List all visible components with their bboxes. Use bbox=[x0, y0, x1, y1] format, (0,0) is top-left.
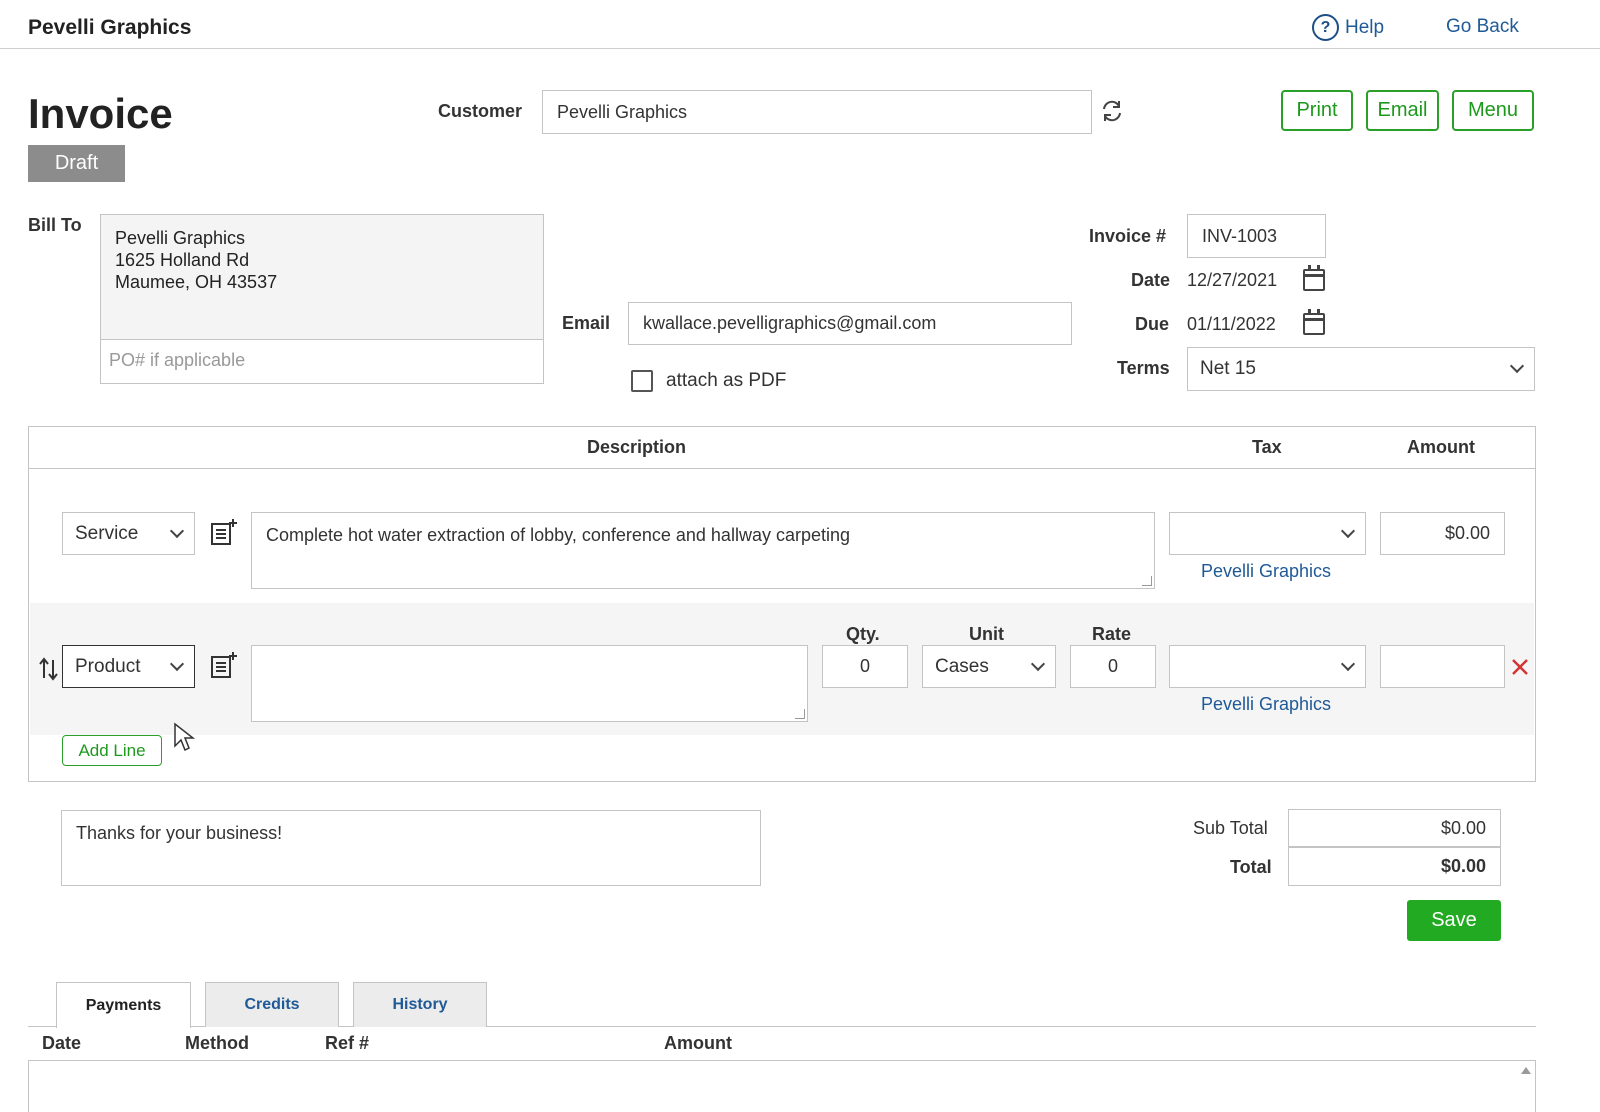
tab-payments[interactable]: Payments bbox=[56, 982, 191, 1028]
save-button[interactable]: Save bbox=[1407, 900, 1501, 941]
add-item-icon[interactable] bbox=[210, 518, 238, 546]
total-label: Total bbox=[1230, 857, 1272, 877]
rate-input[interactable]: 0 bbox=[1070, 645, 1156, 688]
payments-col-amount: Amount bbox=[664, 1033, 732, 1053]
bill-to-box[interactable]: Pevelli Graphics 1625 Holland Rd Maumee,… bbox=[100, 214, 544, 384]
help-link[interactable]: ? Help bbox=[1312, 14, 1384, 41]
bill-to-address: Pevelli Graphics 1625 Holland Rd Maumee,… bbox=[115, 228, 278, 292]
line-description-input[interactable] bbox=[251, 645, 808, 722]
tab-history[interactable]: History bbox=[353, 982, 487, 1027]
company-name: Pevelli Graphics bbox=[28, 16, 192, 39]
line-items-table bbox=[28, 426, 1536, 782]
payments-col-ref: Ref # bbox=[325, 1033, 370, 1053]
po-number-input[interactable]: PO# if applicable bbox=[101, 339, 543, 383]
customer-label: Customer bbox=[438, 101, 523, 121]
add-item-icon[interactable] bbox=[210, 651, 238, 679]
calendar-icon[interactable] bbox=[1303, 309, 1325, 335]
email-input[interactable]: kwallace.pevelligraphics@gmail.com bbox=[628, 302, 1072, 345]
terms-select[interactable]: Net 15 bbox=[1187, 347, 1535, 391]
line-type-value: Service bbox=[75, 522, 139, 544]
chevron-down-icon bbox=[169, 656, 185, 671]
line-type-select[interactable]: Service bbox=[62, 512, 195, 555]
due-value[interactable]: 01/11/2022 bbox=[1187, 314, 1276, 335]
scroll-up-icon[interactable] bbox=[1521, 1067, 1531, 1074]
invoice-number-label: Invoice # bbox=[1089, 226, 1167, 246]
tab-credits[interactable]: Credits bbox=[205, 982, 339, 1027]
tax-select[interactable] bbox=[1169, 645, 1366, 688]
resize-handle-icon[interactable] bbox=[795, 709, 805, 719]
tax-header: Tax bbox=[1252, 437, 1282, 457]
rate-header: Rate bbox=[1092, 624, 1132, 644]
line-type-select[interactable]: Product bbox=[62, 645, 195, 688]
line-type-value: Product bbox=[75, 655, 141, 677]
amount-header: Amount bbox=[1407, 437, 1475, 457]
mouse-cursor-icon bbox=[174, 722, 195, 752]
terms-label: Terms bbox=[1117, 358, 1170, 378]
description-header: Description bbox=[587, 437, 687, 457]
chevron-down-icon bbox=[1030, 656, 1046, 671]
qty-header: Qty. bbox=[846, 624, 880, 644]
help-label: Help bbox=[1345, 16, 1385, 38]
reorder-arrows-icon[interactable] bbox=[38, 656, 60, 682]
total-value: $0.00 bbox=[1288, 847, 1501, 886]
unit-value: Cases bbox=[935, 655, 989, 677]
payments-list[interactable] bbox=[28, 1060, 1536, 1112]
unit-header: Unit bbox=[969, 624, 1004, 644]
menu-button[interactable]: Menu bbox=[1452, 90, 1534, 131]
qty-input[interactable]: 0 bbox=[822, 645, 908, 688]
calendar-icon[interactable] bbox=[1303, 265, 1325, 291]
chevron-down-icon bbox=[169, 523, 185, 538]
tax-select[interactable] bbox=[1169, 512, 1366, 555]
payments-col-method: Method bbox=[185, 1033, 249, 1053]
terms-value: Net 15 bbox=[1200, 358, 1256, 379]
print-button[interactable]: Print bbox=[1281, 90, 1353, 131]
payments-col-date: Date bbox=[42, 1033, 82, 1053]
customer-input[interactable]: Pevelli Graphics bbox=[542, 90, 1092, 134]
go-back-link[interactable]: Go Back bbox=[1446, 16, 1519, 38]
status-badge: Draft bbox=[28, 145, 125, 182]
chevron-down-icon bbox=[1340, 656, 1356, 671]
bill-to-label: Bill To bbox=[28, 215, 82, 235]
due-label: Due bbox=[1135, 314, 1170, 334]
line-description-input[interactable]: Complete hot water extraction of lobby, … bbox=[251, 512, 1155, 589]
chevron-down-icon bbox=[1340, 523, 1356, 538]
line-description-text: Complete hot water extraction of lobby, … bbox=[266, 525, 850, 545]
resize-handle-icon[interactable] bbox=[1142, 576, 1152, 586]
subtotal-label: Sub Total bbox=[1193, 818, 1268, 838]
date-value[interactable]: 12/27/2021 bbox=[1187, 270, 1277, 291]
page-title: Invoice bbox=[28, 90, 173, 137]
add-line-button[interactable]: Add Line bbox=[62, 735, 162, 766]
subtotal-value: $0.00 bbox=[1288, 809, 1501, 847]
tax-customer-link[interactable]: Pevelli Graphics bbox=[1201, 561, 1331, 582]
chevron-down-icon bbox=[1509, 358, 1525, 374]
line-amount-input[interactable] bbox=[1380, 645, 1505, 688]
question-circle-icon: ? bbox=[1312, 14, 1339, 41]
date-label: Date bbox=[1131, 270, 1171, 290]
delete-line-icon[interactable] bbox=[1511, 658, 1529, 676]
tax-customer-link[interactable]: Pevelli Graphics bbox=[1201, 694, 1331, 715]
email-label: Email bbox=[562, 313, 611, 333]
attach-pdf-label: attach as PDF bbox=[666, 370, 787, 391]
email-button[interactable]: Email bbox=[1366, 90, 1439, 131]
invoice-number-input[interactable]: INV-1003 bbox=[1187, 214, 1326, 258]
unit-select[interactable]: Cases bbox=[922, 645, 1056, 688]
line-amount-input[interactable]: $0.00 bbox=[1380, 512, 1505, 555]
invoice-note-input[interactable]: Thanks for your business! bbox=[61, 810, 761, 886]
refresh-icon[interactable] bbox=[1099, 98, 1125, 124]
attach-pdf-checkbox[interactable] bbox=[631, 370, 653, 392]
line-items-header bbox=[29, 427, 1535, 469]
